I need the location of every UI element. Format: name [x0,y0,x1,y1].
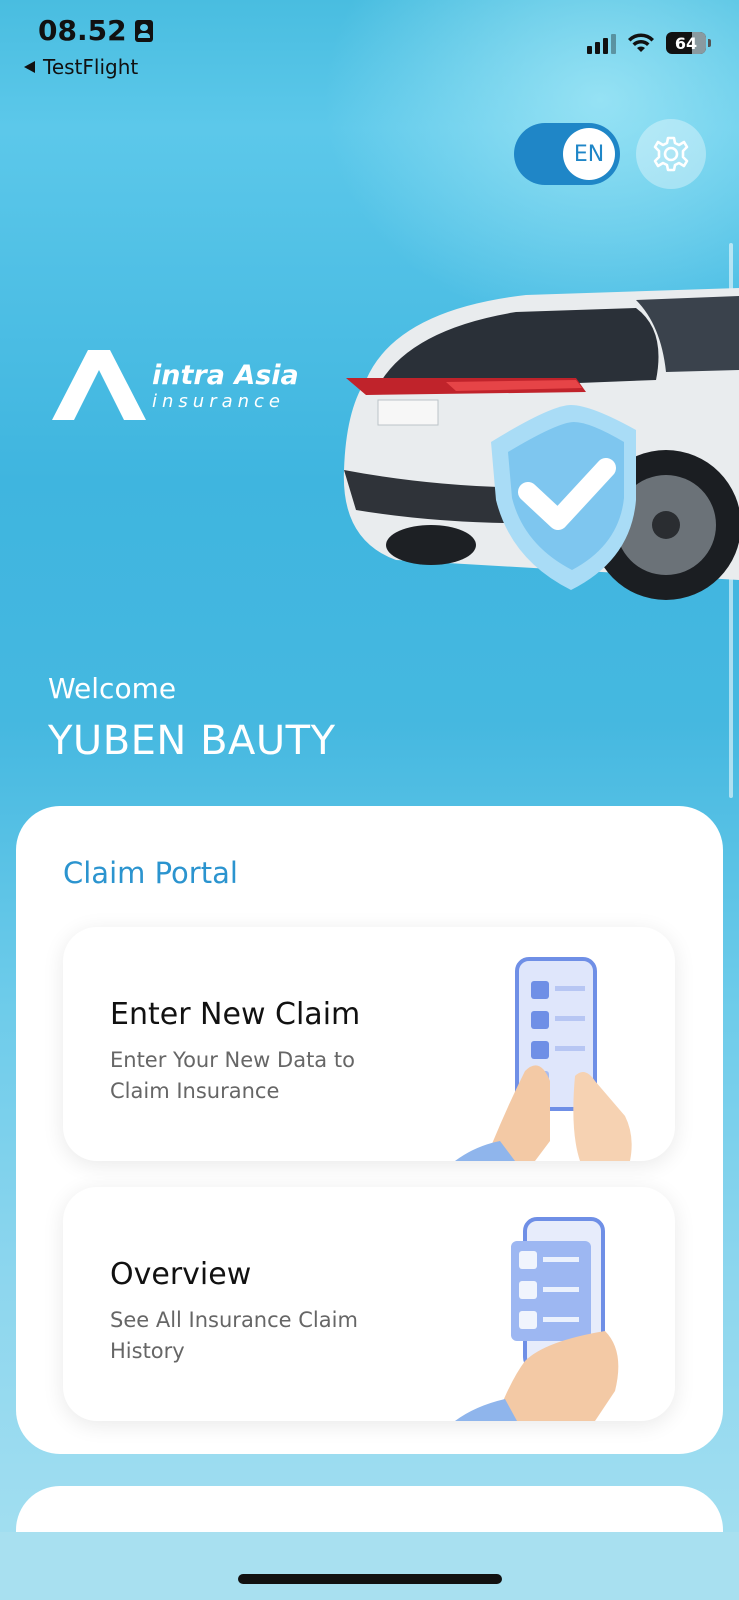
status-time: 08.52 [38,14,153,47]
welcome-label: Welcome [48,672,177,705]
car-shield-illustration [343,288,739,600]
cellular-signal-icon [587,32,616,54]
home-indicator[interactable] [238,1574,502,1584]
status-indicators: 64 [587,32,711,54]
overview-card[interactable]: Overview See All Insurance Claim History [63,1187,675,1421]
battery-icon: 64 [666,32,706,54]
overview-title: Overview [110,1257,252,1292]
battery-tip [708,39,711,47]
back-app-label: TestFlight [43,55,139,79]
language-toggle[interactable]: EN [514,123,620,185]
phone-history-illustration [455,1217,619,1421]
user-name: YUBEN BAUTY [48,718,336,764]
claim-portal-card: Claim Portal Enter New Claim Enter Your … [16,806,723,1454]
enter-new-claim-description: Enter Your New Data to Claim Insurance [110,1048,355,1103]
enter-new-claim-card[interactable]: Enter New Claim Enter Your New Data to C… [63,927,675,1161]
id-card-icon [134,19,153,42]
bottom-bar [0,1532,739,1600]
brand-name: intra Asia [152,359,299,391]
wifi-icon [628,33,654,52]
battery-level: 64 [674,33,698,53]
claim-portal-title: Claim Portal [63,856,238,890]
brand-subtitle: insurance [152,390,286,412]
settings-button[interactable] [636,119,706,189]
clock-text: 08.52 [38,14,127,47]
brand-logo: intra Asia insurance [52,350,299,422]
phone-checklist-illustration [455,957,632,1161]
app-screen: 08.52 TestFlight 64 EN intra Asia insura… [0,0,739,1600]
enter-new-claim-title: Enter New Claim [110,997,361,1032]
language-toggle-knob: EN [563,128,615,180]
back-to-app-link[interactable]: TestFlight [24,55,138,79]
back-arrow-icon [24,61,35,73]
overview-description: See All Insurance Claim History [110,1308,358,1363]
gear-icon [653,136,689,172]
logo-mark-icon [52,350,146,420]
